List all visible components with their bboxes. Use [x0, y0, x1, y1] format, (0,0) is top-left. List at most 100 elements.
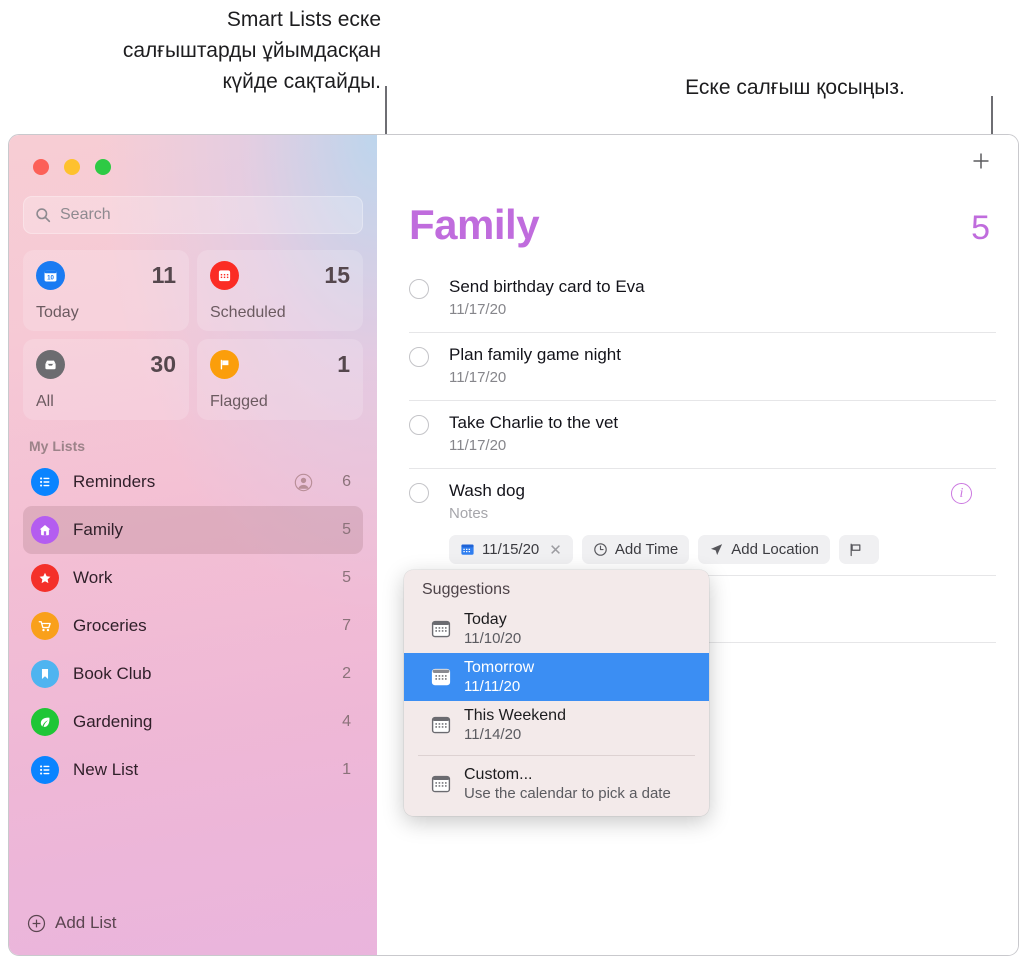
list-item-count: 7	[342, 617, 351, 634]
reminder-title: Send birthday card to Eva	[449, 277, 645, 296]
list-item-gardening[interactable]: Gardening 4	[23, 698, 363, 746]
smart-list-all[interactable]: 30 All	[23, 339, 189, 420]
list-item-count: 5	[342, 569, 351, 586]
list-item-work[interactable]: Work 5	[23, 554, 363, 602]
list-item-label: Book Club	[73, 664, 152, 683]
reminder-complete-toggle[interactable]	[409, 415, 429, 435]
suggestion-item-this-weekend[interactable]: This Weekend 11/14/20	[404, 701, 709, 749]
reminder-title[interactable]: Wash dog	[449, 480, 996, 502]
suggestion-item-today[interactable]: Today 11/10/20	[404, 605, 709, 653]
close-button[interactable]	[33, 159, 49, 175]
suggestion-title: Tomorrow	[464, 659, 535, 676]
smart-list-label: Scheduled	[210, 304, 286, 321]
reminder-date: 11/17/20	[449, 369, 507, 386]
smart-list-count: 30	[150, 351, 176, 377]
leaf-icon	[31, 708, 59, 736]
reminder-complete-toggle[interactable]	[409, 347, 429, 367]
reminder-complete-toggle[interactable]	[409, 483, 429, 503]
reminder-row[interactable]: Send birthday card to Eva 11/17/20	[409, 265, 996, 333]
main-content: Family 5 Send birthday card to Eva 11/17…	[377, 135, 1018, 955]
remove-date-icon[interactable]: ✕	[549, 541, 562, 559]
date-chip[interactable]: 11/15/20 ✕	[449, 535, 573, 564]
smart-lists-grid: 10 11 Today 15 Scheduled 30 All 1 Flagge…	[23, 250, 363, 420]
suggestions-divider	[418, 755, 695, 756]
calendar-icon	[431, 775, 451, 793]
sidebar: Search 10 11 Today 15 Scheduled 30 All 1…	[9, 135, 377, 955]
search-icon	[36, 208, 51, 223]
list-item-reminders[interactable]: Reminders 6	[23, 458, 363, 506]
list-item-label: Work	[73, 568, 113, 587]
list-item-label: New List	[73, 760, 139, 779]
list-bullet-icon	[31, 468, 59, 496]
suggestion-title: Today	[464, 611, 507, 628]
reminder-row[interactable]: Take Charlie to the vet 11/17/20	[409, 401, 996, 469]
zoom-button[interactable]	[95, 159, 111, 175]
list-item-label: Reminders	[73, 472, 156, 491]
list-bullet-icon	[31, 756, 59, 784]
search-input[interactable]: Search	[23, 196, 363, 234]
list-item-groceries[interactable]: Groceries 7	[23, 602, 363, 650]
list-item-count: 5	[342, 521, 351, 538]
search-placeholder: Search	[60, 206, 111, 223]
smart-list-today[interactable]: 10 11 Today	[23, 250, 189, 331]
add-reminder-button[interactable]	[968, 148, 994, 174]
flag-icon	[850, 543, 861, 556]
suggestion-detail: Use the calendar to pick a date	[464, 785, 671, 802]
reminder-date: 11/17/20	[449, 437, 507, 454]
callout-smart-lists: Smart Lists еске салғыштарды ұйымдасқан …	[122, 8, 381, 93]
suggestion-date: 11/10/20	[464, 630, 522, 647]
suggestions-header: Suggestions	[422, 581, 511, 598]
list-total-count: 5	[971, 209, 990, 247]
add-time-label: Add Time	[614, 541, 679, 558]
smart-list-label: Flagged	[210, 393, 268, 410]
smart-list-label: All	[36, 393, 54, 410]
list-header: Family 5	[399, 135, 996, 249]
list-item-new-list[interactable]: New List 1	[23, 746, 363, 794]
list-item-count: 4	[342, 713, 351, 730]
scheduled-calendar-icon	[210, 261, 239, 290]
smart-list-count: 15	[324, 262, 350, 288]
add-list-label: Add List	[55, 913, 117, 932]
reminder-notes-placeholder[interactable]: Notes	[449, 503, 996, 525]
smart-list-scheduled[interactable]: 15 Scheduled	[197, 250, 363, 331]
flag-chip[interactable]	[838, 535, 879, 564]
house-icon	[31, 516, 59, 544]
calendar-icon	[461, 544, 474, 555]
minimize-button[interactable]	[64, 159, 80, 175]
calendar-icon	[431, 668, 451, 686]
window-traffic-lights	[23, 135, 363, 175]
reminder-complete-toggle[interactable]	[409, 279, 429, 299]
add-time-chip[interactable]: Add Time	[581, 535, 690, 564]
star-icon	[31, 564, 59, 592]
suggestion-title: Custom...	[464, 766, 533, 783]
list-item-label: Family	[73, 520, 124, 539]
reminder-row[interactable]: Plan family game night 11/17/20	[409, 333, 996, 401]
calendar-icon	[431, 716, 451, 734]
reminders-window: Search 10 11 Today 15 Scheduled 30 All 1…	[8, 134, 1019, 956]
add-list-button[interactable]: Add List	[23, 913, 363, 955]
suggestion-date: 11/14/20	[464, 726, 522, 743]
date-suggestions-popup: Suggestions Today 11/10/20 Tomorrow 11/1…	[404, 570, 709, 816]
list-item-family[interactable]: Family 5	[23, 506, 363, 554]
smart-list-label: Today	[36, 304, 79, 321]
reminder-title: Take Charlie to the vet	[449, 413, 619, 432]
bookmark-icon	[31, 660, 59, 688]
cart-icon	[31, 612, 59, 640]
reminder-attribute-chips: 11/15/20 ✕ Add Time Add Location	[449, 535, 996, 564]
suggestion-item-tomorrow[interactable]: Tomorrow 11/11/20	[404, 653, 709, 701]
smart-list-flagged[interactable]: 1 Flagged	[197, 339, 363, 420]
list-item-book-club[interactable]: Book Club 2	[23, 650, 363, 698]
list-item-count: 2	[342, 665, 351, 682]
reminder-row-editing[interactable]: Wash dog Notes 11/15/20 ✕ Add Time Add L…	[409, 469, 996, 576]
suggestion-date: 11/11/20	[464, 678, 521, 695]
add-location-chip[interactable]: Add Location	[698, 535, 830, 564]
add-location-label: Add Location	[731, 541, 819, 558]
suggestion-item-custom[interactable]: Custom... Use the calendar to pick a dat…	[404, 760, 709, 808]
reminder-info-button[interactable]: i	[951, 483, 972, 504]
shared-list-badge	[294, 473, 313, 492]
suggestion-title: This Weekend	[464, 707, 566, 724]
clock-icon	[594, 543, 607, 556]
date-chip-label: 11/15/20	[482, 541, 540, 558]
callout-add-reminder: Еске салғыш қосыңыз.	[685, 76, 905, 99]
my-lists-header: My Lists	[29, 438, 86, 454]
